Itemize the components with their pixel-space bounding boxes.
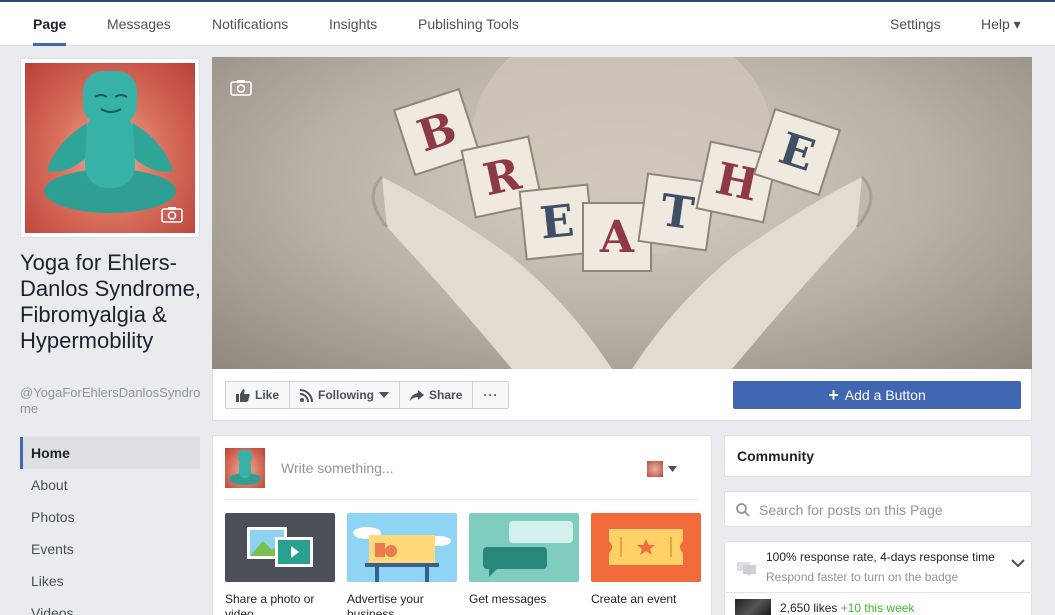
tile-label: Create an event <box>591 592 677 606</box>
sidebar-item-likes[interactable]: Likes <box>20 565 200 597</box>
caret-down-icon <box>379 392 390 398</box>
likes-count: 2,650 likes <box>780 601 838 615</box>
caret-down-icon <box>668 466 677 472</box>
tab-help[interactable]: Help ▾ <box>981 2 1021 46</box>
photo-icon <box>247 527 313 567</box>
tab-notifications[interactable]: Notifications <box>212 2 288 46</box>
profile-picture[interactable] <box>20 58 200 238</box>
chevron-down-icon[interactable] <box>1011 558 1025 568</box>
billboard-icon <box>353 527 451 582</box>
post-as-selector[interactable] <box>647 461 677 477</box>
chat-bubbles-icon <box>483 521 573 577</box>
share-arrow-icon <box>410 389 425 401</box>
tab-messages[interactable]: Messages <box>107 2 171 46</box>
tile-label: Advertise your business <box>347 592 424 615</box>
blocks-graphic: B R E A T H E <box>392 87 842 272</box>
more-icon: ··· <box>483 388 499 402</box>
messages-illustration <box>469 513 579 582</box>
page-username[interactable]: @YogaForEhlersDanlosSyndrome <box>20 385 206 417</box>
likes-summary[interactable]: 2,650 likes +10 this week <box>780 601 914 615</box>
response-rate-text: 100% response rate, 4-days response time <box>766 550 995 564</box>
tab-page[interactable]: Page <box>33 2 67 46</box>
page-top-nav: Page Messages Notifications Insights Pub… <box>0 0 1055 46</box>
sidebar-item-events[interactable]: Events <box>20 533 200 565</box>
tab-settings[interactable]: Settings <box>890 2 941 46</box>
advertise-illustration <box>347 513 457 582</box>
like-label: Like <box>255 388 280 402</box>
share-button[interactable]: Share <box>399 381 474 409</box>
avatar <box>225 448 265 488</box>
plus-icon: + <box>828 385 839 405</box>
ticket-icon <box>609 529 683 565</box>
post-as-avatar <box>647 461 663 477</box>
write-something-input[interactable]: Write something... <box>281 460 394 476</box>
share-label: Share <box>429 388 463 402</box>
message-bubble-icon <box>737 562 756 576</box>
cover-photo[interactable]: B R E A T H E <box>212 57 1032 369</box>
likes-this-week: +10 this week <box>840 601 915 615</box>
add-a-button[interactable]: + Add a Button <box>733 381 1021 409</box>
more-options-button[interactable]: ··· <box>472 381 510 409</box>
like-button[interactable]: Like <box>225 381 291 409</box>
tile-label: Get messages <box>469 592 547 606</box>
sidebar-item-videos[interactable]: Videos <box>20 597 200 615</box>
page-action-bar: Like Following Share ··· + Add a Button <box>212 369 1032 421</box>
sidebar-item-photos[interactable]: Photos <box>20 501 200 533</box>
thumbs-up-icon <box>236 388 250 402</box>
tile-advertise[interactable]: Advertise your business <box>347 513 457 615</box>
post-composer: Write something... Share a photo or vide… <box>212 435 712 615</box>
search-input[interactable]: Search for posts on this Page <box>759 502 943 518</box>
action-button-group: Like Following Share ··· <box>225 381 510 409</box>
event-illustration <box>591 513 701 582</box>
tab-insights[interactable]: Insights <box>329 2 377 46</box>
rss-icon <box>300 388 314 402</box>
block-letter: E <box>538 195 577 249</box>
tile-get-messages[interactable]: Get messages <box>469 513 579 615</box>
response-hint-text: Respond faster to turn on the badge <box>766 570 959 584</box>
add-a-button-label: Add a Button <box>844 387 926 403</box>
camera-icon[interactable] <box>161 206 183 223</box>
response-rate-panel: 100% response rate, 4-days response time… <box>724 541 1032 615</box>
camera-icon[interactable] <box>230 79 252 96</box>
left-nav: Home About Photos Events Likes Videos <box>20 437 200 615</box>
divider <box>725 592 1031 593</box>
tile-label: Share a photo or video <box>225 592 315 615</box>
tile-create-event[interactable]: Create an event <box>591 513 701 615</box>
following-button[interactable]: Following <box>289 381 401 409</box>
community-header[interactable]: Community <box>724 435 1032 477</box>
likes-thumbnail <box>735 599 771 615</box>
search-icon <box>736 503 750 517</box>
page-title: Yoga for Ehlers-Danlos Syndrome, Fibromy… <box>20 250 201 353</box>
sidebar-item-home[interactable]: Home <box>20 437 200 469</box>
profile-image <box>25 63 195 233</box>
following-label: Following <box>318 388 375 402</box>
page-post-search[interactable]: Search for posts on this Page <box>724 491 1032 527</box>
tile-share-photo[interactable]: Share a photo or video <box>225 513 335 615</box>
photo-video-illustration <box>225 513 335 582</box>
avatar-figure <box>229 450 261 485</box>
tab-publishing-tools[interactable]: Publishing Tools <box>418 2 519 46</box>
block-letter: A <box>599 212 635 263</box>
sidebar-item-about[interactable]: About <box>20 469 200 501</box>
divider <box>225 499 699 500</box>
